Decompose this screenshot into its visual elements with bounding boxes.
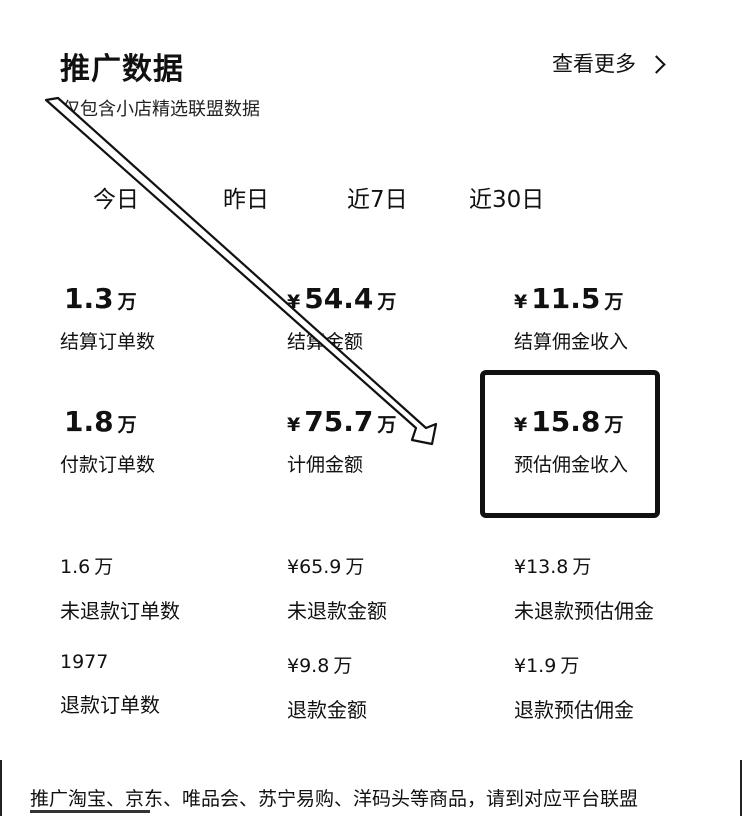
edge-divider — [0, 760, 2, 816]
footer-note: 推广淘宝、京东、唯品会、苏宁易购、洋码头等商品，请到对应平台联盟 — [30, 788, 639, 810]
arrow-annotation-icon — [44, 96, 438, 446]
footer-cut-line — [30, 810, 150, 819]
